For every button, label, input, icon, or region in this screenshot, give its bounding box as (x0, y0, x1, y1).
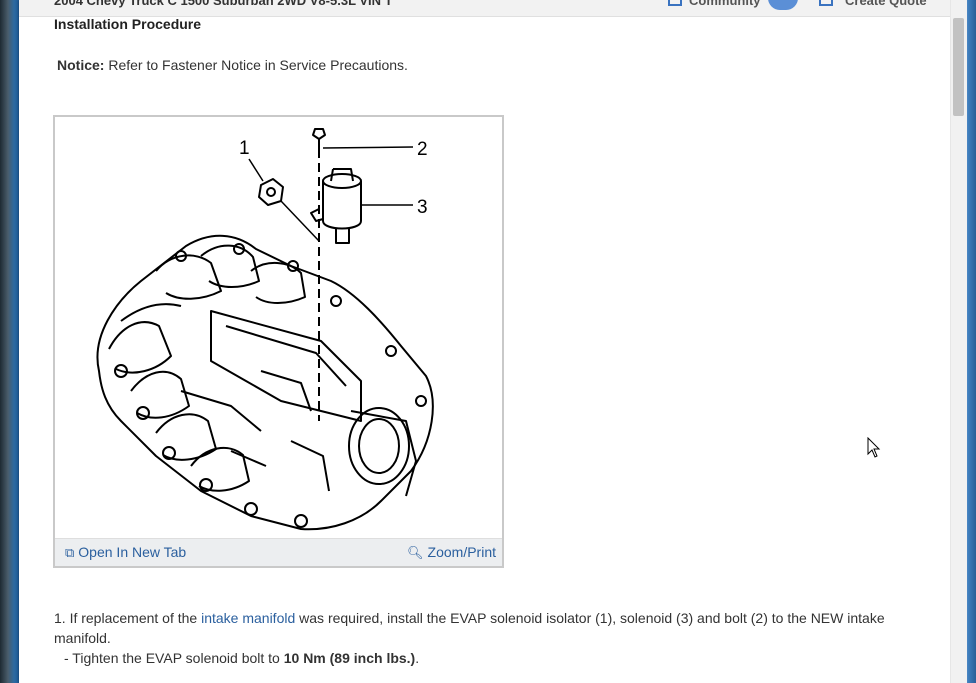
mouse-cursor-icon (867, 437, 881, 458)
community-icon[interactable] (668, 0, 682, 6)
step-1-prefix: 1. If replacement of the (54, 610, 202, 626)
document-header-bar: 2004 Chevy Truck C 1500 Suburban 2WD V8-… (19, 0, 950, 17)
torque-value: 10 Nm (89 inch lbs.) (283, 650, 416, 666)
zoom-print-label: Zoom/Print (427, 544, 496, 560)
section-heading: Installation Procedure (54, 16, 202, 32)
open-in-new-tab-label: Open In New Tab (78, 544, 187, 560)
intake-manifold-link[interactable]: intake manifold (201, 610, 295, 626)
notice-label: Notice: (57, 57, 105, 73)
zoom-icon: 🔍︎ (407, 545, 424, 560)
open-in-new-tab-link[interactable]: ⧉ Open In New Tab (65, 544, 186, 561)
callout-3: 3 (417, 197, 428, 218)
document-page: 2004 Chevy Truck C 1500 Suburban 2WD V8-… (19, 0, 950, 683)
vertical-scrollbar[interactable] (950, 0, 967, 683)
scrollbar-thumb[interactable] (953, 18, 964, 116)
community-badge[interactable] (768, 0, 798, 10)
notice-paragraph: Notice: Refer to Fastener Notice in Serv… (57, 57, 408, 73)
substep-suffix: . (415, 650, 420, 666)
diagram-figure: 1 2 3 ⧉ Open In New Tab 🔍︎ Zoom/Print (53, 115, 504, 568)
zoom-print-link[interactable]: 🔍︎ Zoom/Print (407, 544, 496, 561)
substep-prefix: - Tighten the EVAP solenoid bolt to (64, 650, 284, 666)
community-link[interactable]: Community (689, 0, 761, 8)
step-1: 1. If replacement of the intake manifold… (54, 608, 914, 648)
notice-text: Refer to Fastener Notice in Service Prec… (104, 57, 408, 73)
figure-toolbar: ⧉ Open In New Tab 🔍︎ Zoom/Print (55, 538, 502, 566)
external-window-icon: ⧉ (65, 545, 75, 560)
create-quote-link[interactable]: Create Quote (845, 0, 927, 8)
document-title: 2004 Chevy Truck C 1500 Suburban 2WD V8-… (54, 0, 393, 8)
desktop-background-left (0, 0, 20, 683)
callout-1: 1 (239, 138, 250, 159)
intake-manifold-diagram[interactable]: 1 2 3 (61, 121, 498, 541)
step-1-substep: - Tighten the EVAP solenoid bolt to 10 N… (64, 648, 419, 668)
callout-2: 2 (417, 139, 428, 160)
create-quote-icon[interactable] (819, 0, 833, 6)
